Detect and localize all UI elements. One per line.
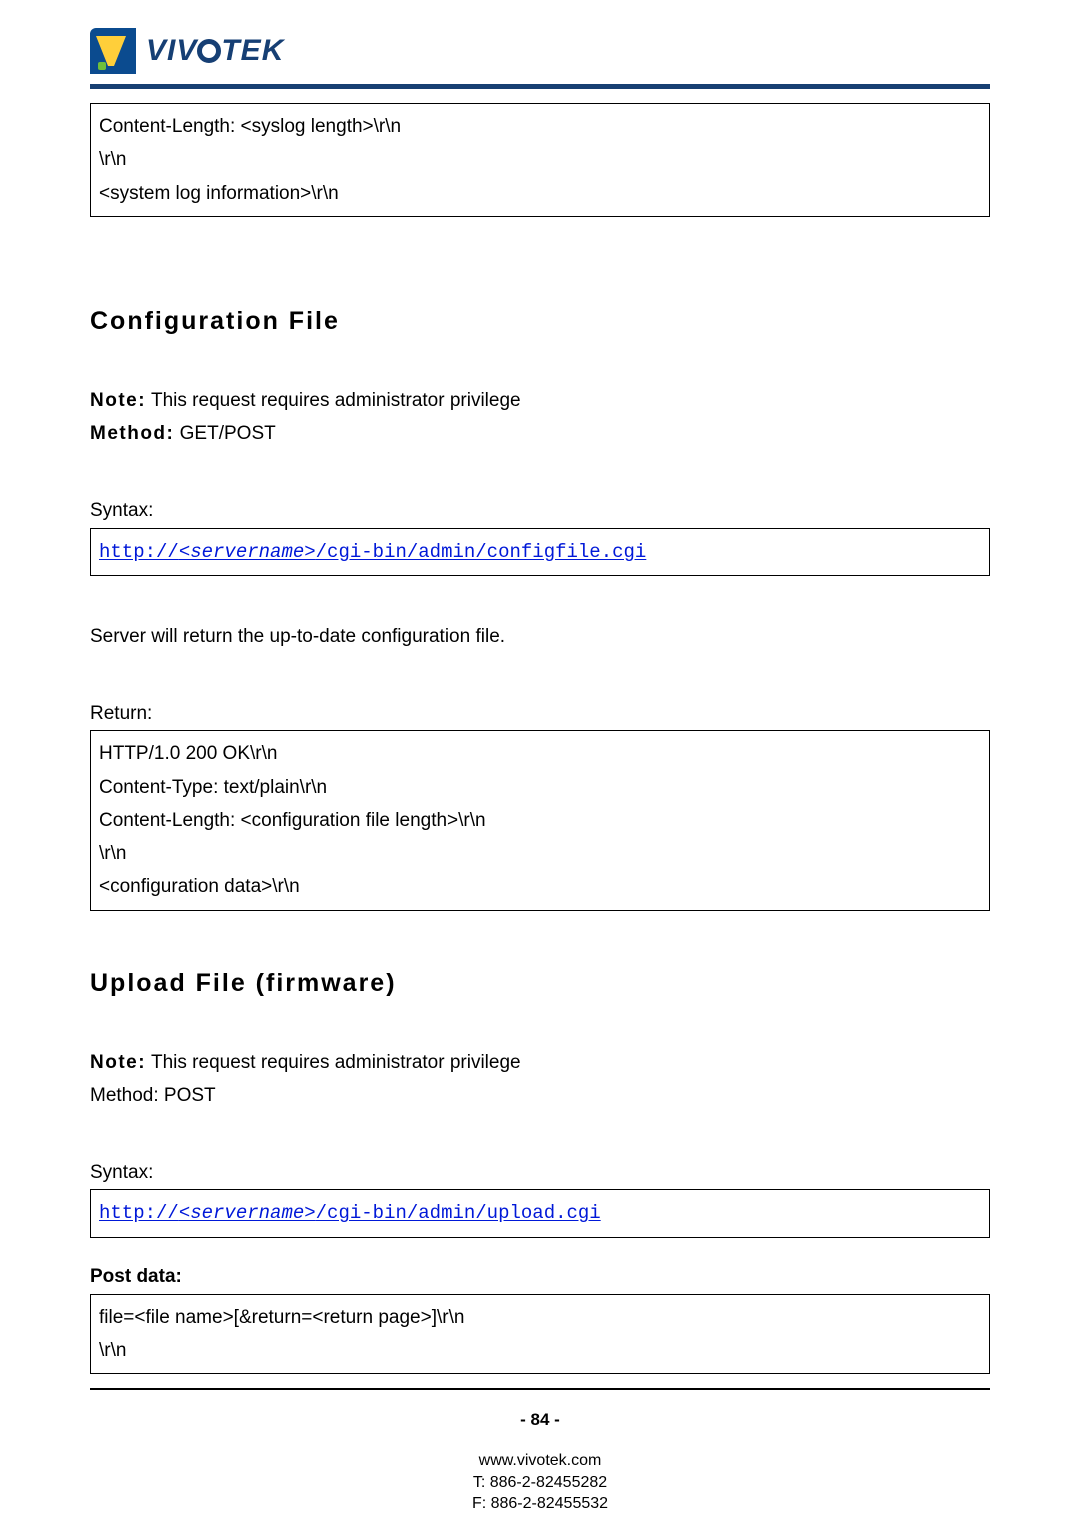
code-line: <configuration data>\r\n (99, 870, 981, 903)
code-line: Content-Length: <syslog length>\r\n (99, 110, 981, 143)
note-line: Note: This request requires administrato… (90, 1046, 990, 1079)
syntax-label: Syntax: (90, 494, 990, 527)
page-number: - 84 - (90, 1410, 990, 1430)
syntax-box-upload: http://<servername>/cgi-bin/admin/upload… (90, 1189, 990, 1237)
note-text: This request requires administrator priv… (146, 390, 521, 411)
post-data-label: Post data: (90, 1266, 990, 1288)
code-line: <system log information>\r\n (99, 177, 981, 210)
code-line: file=<file name>[&return=<return page>]\… (99, 1301, 981, 1334)
note-label: Note: (90, 390, 146, 411)
return-label: Return: (90, 697, 990, 730)
page-footer: - 84 - www.vivotek.com T: 886-2-82455282… (90, 1410, 990, 1515)
note-text: This request requires administrator priv… (146, 1052, 521, 1073)
brand-mark-icon (90, 28, 136, 74)
return-box-config: HTTP/1.0 200 OK\r\n Content-Type: text/p… (90, 730, 990, 910)
code-line: \r\n (99, 143, 981, 176)
code-line: Content-Length: <configuration file leng… (99, 804, 981, 837)
footer-tel: T: 886-2-82455282 (90, 1472, 990, 1494)
method-value: GET/POST (174, 423, 275, 444)
url-scheme: http:// (99, 541, 179, 563)
syntax-box-config: http://<servername>/cgi-bin/admin/config… (90, 528, 990, 576)
note-label: Note: (90, 1052, 146, 1073)
config-desc: Server will return the up-to-date config… (90, 620, 990, 653)
syntax-url: http://<servername>/cgi-bin/admin/upload… (99, 1202, 601, 1224)
footer-site: www.vivotek.com (90, 1450, 990, 1472)
code-line: \r\n (99, 837, 981, 870)
url-path: /cgi-bin/admin/upload.cgi (316, 1202, 601, 1224)
footer-rule (90, 1388, 990, 1390)
header-logo: VIVTEK (90, 28, 990, 74)
url-servername: <servername> (179, 1202, 316, 1224)
url-scheme: http:// (99, 1202, 179, 1224)
section-title-configuration-file: Configuration File (90, 307, 990, 336)
post-data-box: file=<file name>[&return=<return page>]\… (90, 1294, 990, 1375)
code-line: \r\n (99, 1334, 981, 1367)
syntax-url: http://<servername>/cgi-bin/admin/config… (99, 541, 646, 563)
code-line: Content-Type: text/plain\r\n (99, 771, 981, 804)
url-path: /cgi-bin/admin/configfile.cgi (316, 541, 647, 563)
section-title-upload-file: Upload File (firmware) (90, 969, 990, 998)
code-line: HTTP/1.0 200 OK\r\n (99, 737, 981, 770)
syslog-return-box: Content-Length: <syslog length>\r\n \r\n… (90, 103, 990, 217)
method-line: Method: GET/POST (90, 417, 990, 450)
method-label: Method: (90, 423, 174, 444)
url-servername: <servername> (179, 541, 316, 563)
brand-name: VIVTEK (146, 34, 284, 68)
header-rule (90, 84, 990, 89)
method-line: Method: POST (90, 1079, 990, 1112)
footer-fax: F: 886-2-82455532 (90, 1493, 990, 1515)
syntax-label: Syntax: (90, 1156, 990, 1189)
document-page: VIVTEK Content-Length: <syslog length>\r… (0, 0, 1080, 1535)
note-line: Note: This request requires administrato… (90, 384, 990, 417)
